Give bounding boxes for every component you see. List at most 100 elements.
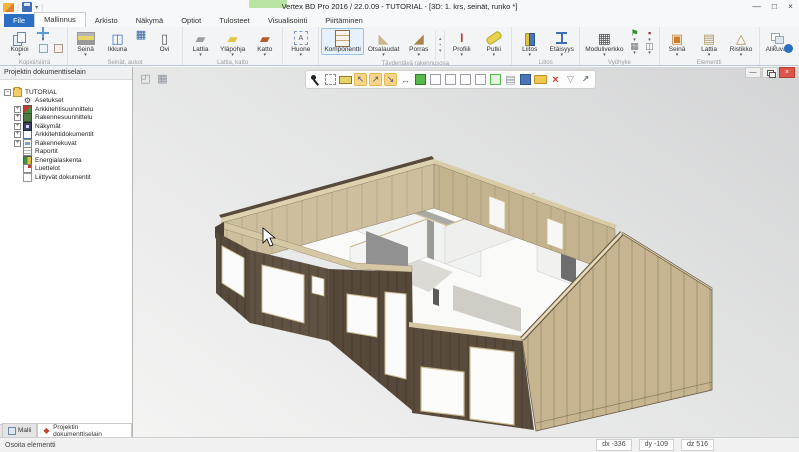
tab-file[interactable]: File [4, 14, 34, 27]
ribbon-button-lattia[interactable]: ▤Lattia [694, 28, 725, 59]
mdi-close-button[interactable]: × [779, 67, 795, 78]
button-label: Ikkuna [108, 46, 127, 53]
ribbon-button-huone[interactable]: Huone [285, 28, 316, 59]
mini-button-grid: ⚑▪▦◫ [628, 28, 657, 54]
ribbon-button-sein[interactable]: ▣Seinä [662, 28, 693, 59]
dropdown-caret-icon [264, 53, 267, 57]
expander-plus-icon[interactable]: + [14, 140, 21, 147]
dropdown-caret-icon [199, 53, 202, 57]
tab-n-kym[interactable]: Näkymä [127, 14, 173, 27]
tab-optiot[interactable]: Optiot [172, 14, 210, 27]
dropdown-caret-icon [528, 53, 531, 57]
tree-item-rakennesuunnittelu[interactable]: +Rakennesuunnittelu [0, 114, 132, 123]
tree-item-arkkitehtidokumentit[interactable]: +Arkkitehtidokumentit [0, 131, 132, 140]
ribbon-button-liitos[interactable]: Liitos [514, 28, 545, 59]
topslab-icon: ▰ [228, 32, 238, 45]
ribbon-button-ovi[interactable]: ▯Ovi [149, 28, 180, 55]
tab-mallinnus[interactable]: Mallinnus [34, 12, 86, 27]
ribbon-group-label: Seinät, aukot [70, 59, 180, 66]
collapse-ribbon-icon[interactable]: ^ [773, 45, 777, 53]
ribbon-tab-bar: FileMallinnusArkistoNäkymäOptiotTulostee… [0, 14, 799, 27]
mdi-minimize-button[interactable]: — [745, 67, 761, 78]
application-window: { "window": { "title": "Vertex BD Pro 20… [0, 0, 799, 452]
dropdown-caret-icon [740, 53, 743, 57]
minimize-button[interactable]: — [752, 1, 761, 11]
maximize-button[interactable]: □ [772, 1, 777, 11]
dropdown-caret-icon [603, 53, 606, 57]
gallery-scroll[interactable]: ▴▪▾ [435, 30, 445, 60]
ribbon-button-move[interactable] [36, 29, 50, 41]
ribbon-group-label: Täydentävä rakennusosa [321, 60, 509, 66]
ribbon-button-porras[interactable]: ◢Porras [403, 28, 434, 59]
dropdown-caret-icon [18, 53, 21, 57]
ribbon-button-katto[interactable]: ▰Katto [249, 28, 280, 59]
close-button[interactable]: × [788, 1, 793, 11]
truss-icon: △ [736, 32, 746, 45]
door-opening [385, 292, 406, 379]
ribbon-button-yl-pohja[interactable]: ▰Yläpohja [217, 28, 248, 59]
ribbon-group-label: Vyöhyke [582, 59, 656, 66]
tab-visualisointi[interactable]: Visualisointi [259, 14, 316, 27]
mdi-restore-button[interactable] [762, 67, 778, 78]
stairs-icon: ◢ [414, 32, 424, 45]
tree-item-tutorial[interactable]: −TUTORIAL [0, 88, 132, 97]
help-icon[interactable] [784, 44, 793, 53]
ribbon-button-zone-grid[interactable]: ▦ [628, 42, 642, 54]
expander-plus-icon[interactable]: + [14, 114, 21, 121]
tree-item-rakennekuvat[interactable]: +Rakennekuvat [0, 139, 132, 148]
dropdown-caret-icon [560, 53, 563, 57]
expander-plus-icon[interactable]: + [14, 106, 21, 113]
wall-icon [77, 32, 95, 45]
paste-sm-icon [54, 44, 63, 53]
ribbon-button-ikkuna[interactable]: ◫Ikkuna [102, 28, 133, 55]
ribbon-button-otsalaudat[interactable]: ◣Otsalaudat [365, 28, 402, 59]
ribbon: KopioiKopioi/siirräSeinä◫Ikkuna▦▯OviSein… [0, 27, 799, 66]
ribbon-group-label: Piirtäminen [762, 59, 799, 66]
ribbon-group-label: Liitos [514, 59, 577, 66]
ribbon-group-elementti: ▣Seinä▤Lattia△RistikkoElementti [660, 27, 760, 65]
tab-tulosteet[interactable]: Tulosteet [210, 14, 259, 27]
elem-wall-icon: ▣ [671, 32, 683, 45]
ribbon-button-putki[interactable]: Putki [478, 28, 509, 59]
tree-item-n-kym-t[interactable]: +Näkymät [0, 122, 132, 131]
coord-dz: dz 516 [681, 439, 714, 451]
mini-button-grid: ▦ [134, 28, 148, 41]
tree-item-luettelot[interactable]: Luettelot [0, 165, 132, 174]
tree-item-arkkitehtisuunnittelu[interactable]: +Arkkitehtisuunnittelu [0, 105, 132, 114]
tree-item-asetukset[interactable]: ⚙Asetukset [0, 97, 132, 106]
ribbon-button-detaljit[interactable]: Detaljit [794, 28, 799, 55]
ribbon-button-zone-window[interactable]: ◫ [643, 42, 657, 54]
ribbon-button-profiili[interactable]: IProfiili [446, 28, 477, 59]
ribbon-button-et-isyys[interactable]: Etäisyys [546, 28, 577, 59]
expander-plus-icon[interactable]: + [14, 131, 21, 138]
tree-item-label: Luettelot [35, 165, 60, 172]
bottom-tab-malli[interactable]: Malli [2, 423, 37, 437]
bottom-tab-projektin-dokumenttiselain[interactable]: ◆Projektin dokumenttiselain [37, 423, 132, 437]
ribbon-button-sein[interactable]: Seinä [70, 28, 101, 59]
dropdown-caret-icon [460, 53, 463, 57]
tree-item-label: Energialaskenta [35, 157, 82, 164]
copy-sm-icon [39, 44, 48, 53]
ribbon-button-ristikko[interactable]: △Ristikko [726, 28, 757, 59]
ribbon-button-kopioi[interactable]: Kopioi [4, 28, 35, 59]
model-tab-icon [8, 427, 16, 435]
expander-plus-icon[interactable]: + [14, 123, 21, 130]
tab-piirt-minen[interactable]: Piirtäminen [316, 14, 372, 27]
tree-item-label: Liittyvät dokumentit [35, 174, 91, 181]
ribbon-button-copy-sm[interactable] [36, 42, 50, 54]
project-tab-icon: ◆ [43, 427, 51, 435]
ribbon-button-lattia[interactable]: ▰Lattia [185, 28, 216, 59]
ribbon-button-window-grid[interactable]: ▦ [134, 29, 148, 41]
ribbon-button-komponentti[interactable]: Komponentti [321, 28, 364, 55]
tab-arkisto[interactable]: Arkisto [86, 14, 127, 27]
ribbon-group-lattia-katto: ▰Lattia▰Yläpohja▰KattoLattia, katto [183, 27, 283, 65]
viewport-3d[interactable]: ◰▦ ↖↗↘↔▤×▽↗ —× [133, 67, 799, 437]
ribbon-group-label: Kopioi/siirrä [4, 59, 65, 66]
tree-item-liittyv-t-dokumentit[interactable]: Liittyvät dokumentit [0, 173, 132, 182]
ribbon-button-moduliverkko[interactable]: ▦Moduliverkko [582, 28, 626, 59]
ribbon-button-paste-sm[interactable] [51, 42, 65, 54]
tree-item-energialaskenta[interactable]: Energialaskenta [0, 156, 132, 165]
ribbon-group-liitos: LiitosEtäisyysLiitos [512, 27, 580, 65]
expander-minus-icon[interactable]: − [4, 89, 11, 96]
tree-item-raportit[interactable]: Raportit [0, 148, 132, 157]
